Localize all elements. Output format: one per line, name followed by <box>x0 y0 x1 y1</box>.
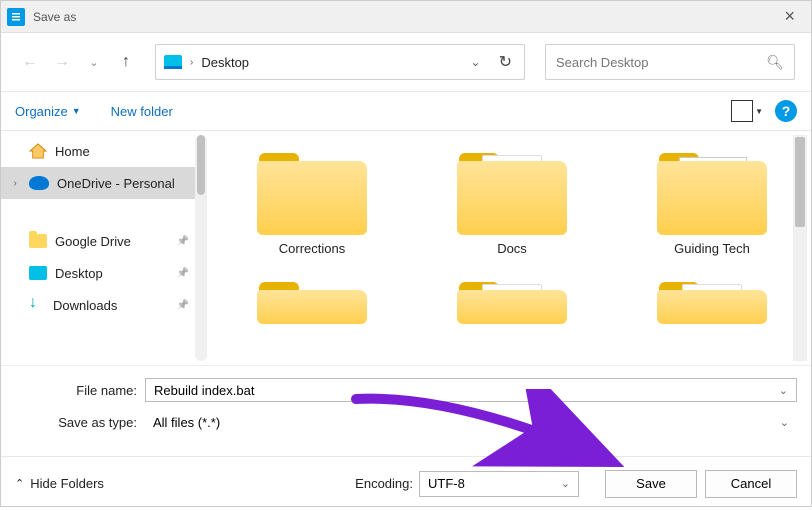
encoding-label: Encoding: <box>355 476 413 491</box>
breadcrumb[interactable]: Desktop <box>201 55 249 70</box>
encoding-select[interactable]: UTF-8 ⌄ <box>419 471 579 497</box>
chevron-up-icon: ⌃ <box>15 477 24 490</box>
organize-menu[interactable]: Organize ▼ <box>15 104 81 119</box>
folder-icon <box>457 274 567 324</box>
folder-label: Guiding Tech <box>647 241 777 256</box>
sidebar-scrollbar[interactable] <box>195 135 207 361</box>
sidebar-item-label: Downloads <box>53 298 117 313</box>
sidebar-item-onedrive[interactable]: › OneDrive - Personal <box>1 167 207 199</box>
chevron-down-icon[interactable]: ⌄ <box>780 416 789 429</box>
chevron-right-icon: › <box>190 57 193 68</box>
view-icon <box>731 100 753 122</box>
back-button[interactable]: ← <box>17 49 43 75</box>
filename-value: Rebuild index.bat <box>154 383 779 398</box>
folder-label: Corrections <box>247 241 377 256</box>
file-list: Corrections Docs Guiding Tech <box>207 131 811 365</box>
refresh-button[interactable]: ↻ <box>495 52 516 72</box>
up-button[interactable]: ↑ <box>113 49 139 75</box>
search-box[interactable]: 🔍︎ <box>545 44 795 80</box>
filetype-label: Save as type: <box>15 415 145 430</box>
folder-icon <box>29 234 47 248</box>
sidebar-item-label: Desktop <box>55 266 103 281</box>
search-input[interactable] <box>556 55 766 70</box>
title-bar: Save as × <box>1 1 811 33</box>
chevron-down-icon: ⌄ <box>561 477 570 490</box>
window-title: Save as <box>33 10 76 24</box>
new-folder-button[interactable]: New folder <box>111 104 173 119</box>
filename-label: File name: <box>15 383 145 398</box>
expand-icon[interactable]: › <box>9 178 21 189</box>
files-scrollbar[interactable] <box>793 135 807 361</box>
download-icon: ↓ <box>29 297 45 313</box>
chevron-down-icon: ▼ <box>755 107 763 116</box>
folder-icon <box>457 145 567 235</box>
hide-folders-button[interactable]: ⌃ Hide Folders <box>15 476 104 491</box>
organize-label: Organize <box>15 104 68 119</box>
sidebar-item-label: OneDrive - Personal <box>57 176 175 191</box>
folder-label: Docs <box>447 241 577 256</box>
sidebar-item-label: Home <box>55 144 90 159</box>
onedrive-icon <box>29 176 49 190</box>
main-area: Home › OneDrive - Personal Google Drive … <box>1 131 811 365</box>
filetype-select[interactable]: All files (*.*) ⌄ <box>145 410 797 434</box>
folder-icon <box>657 274 767 324</box>
filename-input[interactable]: Rebuild index.bat ⌄ <box>145 378 797 402</box>
chevron-down-icon[interactable]: ⌄ <box>779 384 788 397</box>
folder-icon <box>657 145 767 235</box>
hide-folders-label: Hide Folders <box>30 476 104 491</box>
address-bar[interactable]: › Desktop ⌄ ↻ <box>155 44 525 80</box>
folder-icon <box>257 145 367 235</box>
cancel-button[interactable]: Cancel <box>705 470 797 498</box>
folder-item[interactable] <box>447 274 577 324</box>
folder-item[interactable] <box>247 274 377 324</box>
folder-icon <box>257 274 367 324</box>
filetype-value: All files (*.*) <box>153 415 780 430</box>
sidebar-item-label: Google Drive <box>55 234 131 249</box>
encoding-value: UTF-8 <box>428 476 561 491</box>
path-dropdown[interactable]: ⌄ <box>465 55 487 69</box>
sidebar-item-googledrive[interactable]: Google Drive <box>1 225 207 257</box>
folder-corrections[interactable]: Corrections <box>247 145 377 256</box>
sidebar: Home › OneDrive - Personal Google Drive … <box>1 131 207 365</box>
search-icon: 🔍︎ <box>766 54 784 71</box>
sidebar-item-desktop[interactable]: Desktop <box>1 257 207 289</box>
footer: ⌃ Hide Folders Encoding: UTF-8 ⌄ Save Ca… <box>1 456 811 510</box>
folder-docs[interactable]: Docs <box>447 145 577 256</box>
home-icon <box>29 143 47 159</box>
forward-button[interactable]: → <box>49 49 75 75</box>
nav-row: ← → ⌄ ↑ › Desktop ⌄ ↻ 🔍︎ <box>1 33 811 91</box>
recent-dropdown[interactable]: ⌄ <box>81 49 107 75</box>
folder-item[interactable] <box>647 274 777 324</box>
chevron-down-icon: ▼ <box>72 106 81 116</box>
filename-form: File name: Rebuild index.bat ⌄ Save as t… <box>1 365 811 446</box>
save-button[interactable]: Save <box>605 470 697 498</box>
help-button[interactable]: ? <box>775 100 797 122</box>
sidebar-item-downloads[interactable]: ↓ Downloads <box>1 289 207 321</box>
toolbar: Organize ▼ New folder ▼ ? <box>1 91 811 131</box>
desktop-icon <box>164 55 182 69</box>
sidebar-item-home[interactable]: Home <box>1 135 207 167</box>
desktop-icon <box>29 266 47 280</box>
close-button[interactable]: × <box>774 6 805 27</box>
folder-guidingtech[interactable]: Guiding Tech <box>647 145 777 256</box>
view-menu[interactable]: ▼ <box>731 100 763 122</box>
notepad-icon <box>7 8 25 26</box>
